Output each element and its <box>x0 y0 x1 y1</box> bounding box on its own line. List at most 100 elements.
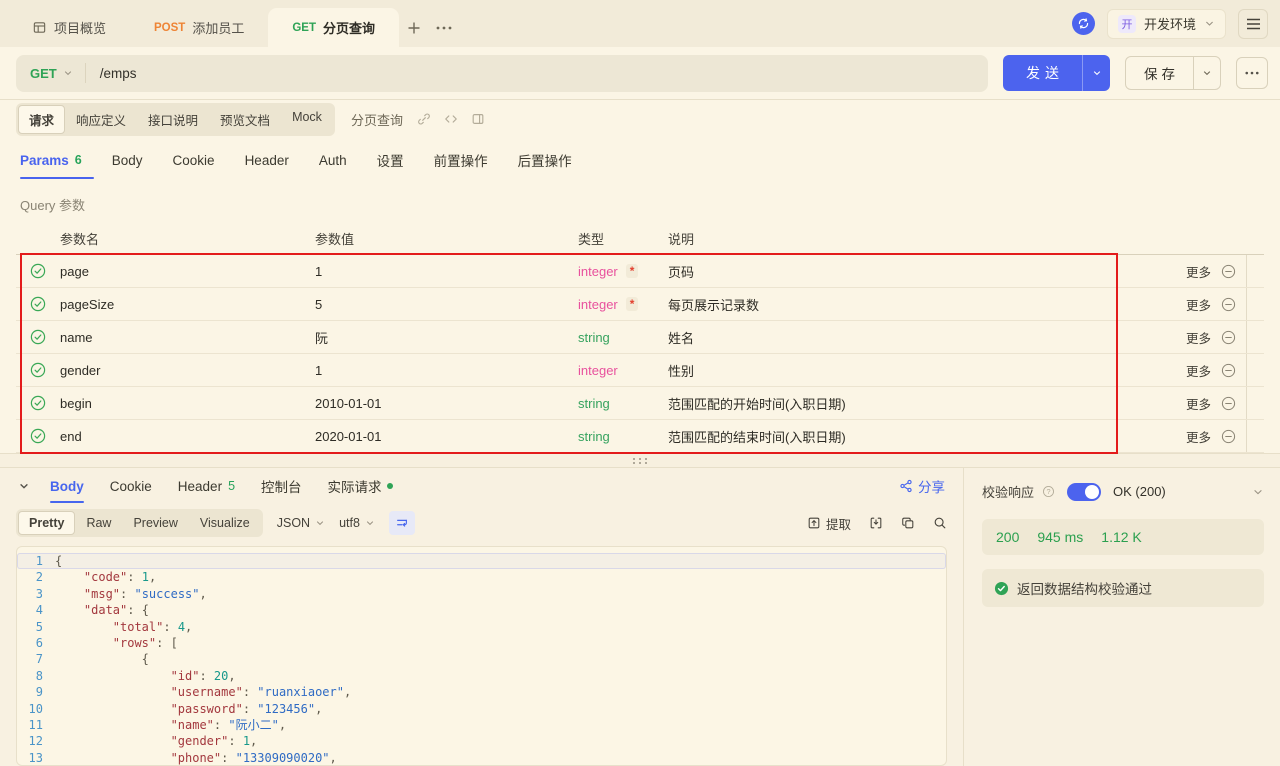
word-wrap-button[interactable] <box>389 511 415 535</box>
param-name[interactable]: gender <box>60 363 315 378</box>
copy-button[interactable] <box>901 516 915 530</box>
param-value[interactable]: 阮 <box>315 328 578 347</box>
menu-button[interactable] <box>1238 9 1268 39</box>
param-value[interactable]: 1 <box>315 363 578 378</box>
view-mode-raw[interactable]: Raw <box>75 511 122 535</box>
params-tab-auth[interactable]: Auth <box>319 153 347 168</box>
send-button[interactable]: 发送 <box>1003 55 1082 91</box>
params-tab-后置操作[interactable]: 后置操作 <box>518 150 572 170</box>
tab-post-add-employee[interactable]: POST 添加员工 <box>130 8 268 47</box>
param-remove-button[interactable] <box>1221 297 1236 312</box>
chevron-down-icon[interactable] <box>1252 486 1264 498</box>
code-icon[interactable] <box>444 112 458 126</box>
param-enabled-checkbox[interactable] <box>16 395 60 411</box>
param-value[interactable]: 2010-01-01 <box>315 396 578 411</box>
search-icon[interactable] <box>933 516 947 530</box>
new-tab-button[interactable] <box>399 8 429 47</box>
param-remove-button[interactable] <box>1221 264 1236 279</box>
response-tab-header[interactable]: Header5 <box>178 468 235 504</box>
minus-circle-icon <box>1221 264 1236 279</box>
param-value[interactable]: 1 <box>315 264 578 279</box>
send-options-button[interactable] <box>1082 55 1110 91</box>
params-tab-前置操作[interactable]: 前置操作 <box>434 150 488 170</box>
panel-splitter[interactable] <box>0 453 1280 468</box>
param-name[interactable]: page <box>60 264 315 279</box>
format-select[interactable]: JSON <box>277 516 325 530</box>
param-remove-button[interactable] <box>1221 429 1236 444</box>
link-icon[interactable] <box>417 112 431 126</box>
params-tab-header[interactable]: Header <box>245 153 289 168</box>
validation-toggle[interactable] <box>1067 483 1101 501</box>
param-more-button[interactable]: 更多 <box>1186 427 1211 446</box>
param-description[interactable]: 范围匹配的结束时间(入职日期) <box>668 427 1150 446</box>
share-button[interactable]: 分享 <box>899 476 945 496</box>
request-mode-5[interactable]: Mock <box>281 105 333 134</box>
param-remove-button[interactable] <box>1221 396 1236 411</box>
param-more-button[interactable]: 更多 <box>1186 394 1211 413</box>
request-mode-4[interactable]: 预览文档 <box>209 105 281 134</box>
param-more-button[interactable]: 更多 <box>1186 361 1211 380</box>
param-description[interactable]: 范围匹配的开始时间(入职日期) <box>668 394 1150 413</box>
param-enabled-checkbox[interactable] <box>16 329 60 345</box>
view-mode-preview[interactable]: Preview <box>122 511 188 535</box>
layout-panel-icon[interactable] <box>471 112 485 126</box>
param-name[interactable]: begin <box>60 396 315 411</box>
param-value[interactable]: 5 <box>315 297 578 312</box>
param-type[interactable]: integer* <box>578 264 668 279</box>
save-response-button[interactable] <box>869 516 883 530</box>
param-remove-button[interactable] <box>1221 330 1236 345</box>
param-more-button[interactable]: 更多 <box>1186 295 1211 314</box>
param-enabled-checkbox[interactable] <box>16 362 60 378</box>
env-sync-button[interactable] <box>1072 12 1095 35</box>
param-description[interactable]: 每页展示记录数 <box>668 295 1150 314</box>
params-tab-cookie[interactable]: Cookie <box>173 153 215 168</box>
response-tab-cookie[interactable]: Cookie <box>110 468 152 504</box>
param-enabled-checkbox[interactable] <box>16 263 60 279</box>
param-name[interactable]: end <box>60 429 315 444</box>
extract-button[interactable]: 提取 <box>807 514 851 533</box>
param-type[interactable]: string <box>578 429 668 444</box>
environment-selector[interactable]: 开 开发环境 <box>1107 9 1226 39</box>
view-mode-visualize[interactable]: Visualize <box>189 511 261 535</box>
param-type[interactable]: string <box>578 396 668 411</box>
param-more-button[interactable]: 更多 <box>1186 262 1211 281</box>
param-description[interactable]: 性别 <box>668 361 1150 380</box>
param-enabled-checkbox[interactable] <box>16 428 60 444</box>
tab-list-button[interactable] <box>429 8 459 47</box>
view-mode-pretty[interactable]: Pretty <box>18 511 75 535</box>
param-type[interactable]: integer <box>578 363 668 378</box>
collapse-response-icon[interactable] <box>18 480 30 492</box>
help-icon[interactable]: ? <box>1042 485 1055 498</box>
request-more-button[interactable] <box>1236 57 1268 89</box>
request-mode-1[interactable]: 请求 <box>18 105 65 134</box>
environment-badge: 开 <box>1118 15 1136 33</box>
tab-label: Header <box>245 153 289 168</box>
request-mode-2[interactable]: 响应定义 <box>65 105 137 134</box>
param-description[interactable]: 页码 <box>668 262 1150 281</box>
request-mode-3[interactable]: 接口说明 <box>137 105 209 134</box>
tab-get-page-query[interactable]: GET 分页查询 <box>268 8 399 47</box>
url-path[interactable]: /emps <box>86 66 137 81</box>
save-options-button[interactable] <box>1193 57 1220 89</box>
param-description[interactable]: 姓名 <box>668 328 1150 347</box>
save-button[interactable]: 保存 <box>1126 57 1193 89</box>
response-tab-控制台[interactable]: 控制台 <box>261 468 302 504</box>
tab-project-overview[interactable]: 项目概览 <box>8 8 130 47</box>
param-type[interactable]: string <box>578 330 668 345</box>
params-tab-params[interactable]: Params6 <box>20 153 82 168</box>
param-name[interactable]: pageSize <box>60 297 315 312</box>
param-type[interactable]: integer* <box>578 297 668 312</box>
param-remove-button[interactable] <box>1221 363 1236 378</box>
params-tab-设置[interactable]: 设置 <box>377 150 404 170</box>
response-tab-实际请求[interactable]: 实际请求 <box>328 468 393 504</box>
params-tab-body[interactable]: Body <box>112 153 143 168</box>
param-name[interactable]: name <box>60 330 315 345</box>
param-value[interactable]: 2020-01-01 <box>315 429 578 444</box>
param-enabled-checkbox[interactable] <box>16 296 60 312</box>
response-body-code[interactable]: 1{2"code": 1,3"msg": "success",4"data": … <box>16 546 947 766</box>
encoding-select[interactable]: utf8 <box>339 516 375 530</box>
param-more-button[interactable]: 更多 <box>1186 328 1211 347</box>
method-select[interactable]: GET <box>16 66 85 81</box>
url-input[interactable]: GET /emps <box>16 55 988 92</box>
response-tab-body[interactable]: Body <box>50 468 84 504</box>
